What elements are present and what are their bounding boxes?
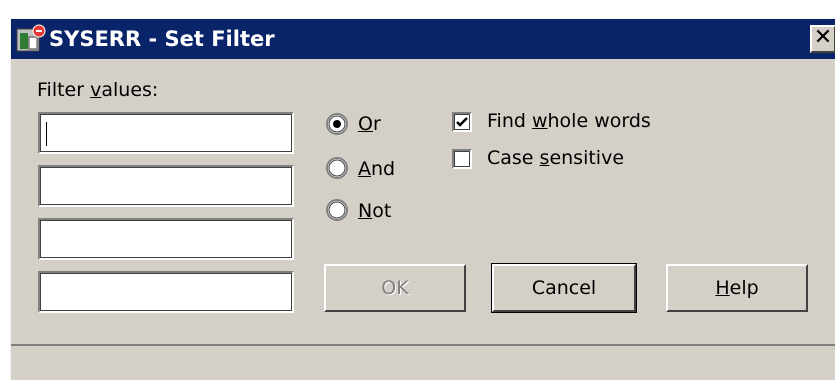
case-sensitive-label: Case sensitive: [487, 147, 625, 169]
radio-not-label: Not: [358, 200, 392, 222]
close-button[interactable]: ✕: [810, 25, 835, 53]
cancel-button-label: Cancel: [531, 277, 597, 299]
close-icon: ✕: [813, 25, 833, 50]
checkmark-icon: [456, 117, 468, 127]
set-filter-dialog: SYSERR - Set Filter ✕ Filter values: Or …: [10, 18, 835, 380]
checkbox-box: [452, 112, 472, 132]
status-bar: [11, 344, 835, 380]
filter-label-access-key: v: [90, 79, 102, 101]
help-button[interactable]: Help: [666, 264, 808, 312]
filter-values-label: Filter values:: [37, 79, 158, 101]
find-whole-words-label: Find whole words: [487, 110, 651, 132]
app-icon: [16, 24, 46, 52]
help-button-label: Help: [715, 277, 759, 299]
title-bar[interactable]: SYSERR - Set Filter ✕: [11, 19, 835, 59]
filter-value-input-1[interactable]: [38, 112, 294, 154]
radio-button-icon: [326, 157, 348, 179]
filter-value-input-4[interactable]: [38, 271, 294, 313]
cancel-button[interactable]: Cancel: [491, 263, 637, 313]
ok-button[interactable]: OK: [324, 264, 466, 312]
filter-value-input-2[interactable]: [38, 165, 294, 207]
ok-button-label: OK: [381, 277, 409, 299]
filter-value-input-3[interactable]: [38, 218, 294, 260]
text-caret: [46, 122, 47, 146]
radio-button-icon: [326, 199, 348, 221]
checkbox-box: [452, 149, 472, 169]
radio-button-checked-icon: [326, 113, 348, 135]
radio-or-label: Or: [358, 113, 381, 135]
filter-label-suffix: alues:: [101, 79, 159, 101]
radio-and-label: And: [358, 158, 396, 180]
window-title: SYSERR - Set Filter: [49, 27, 275, 51]
filter-label-prefix: Filter: [37, 79, 91, 101]
